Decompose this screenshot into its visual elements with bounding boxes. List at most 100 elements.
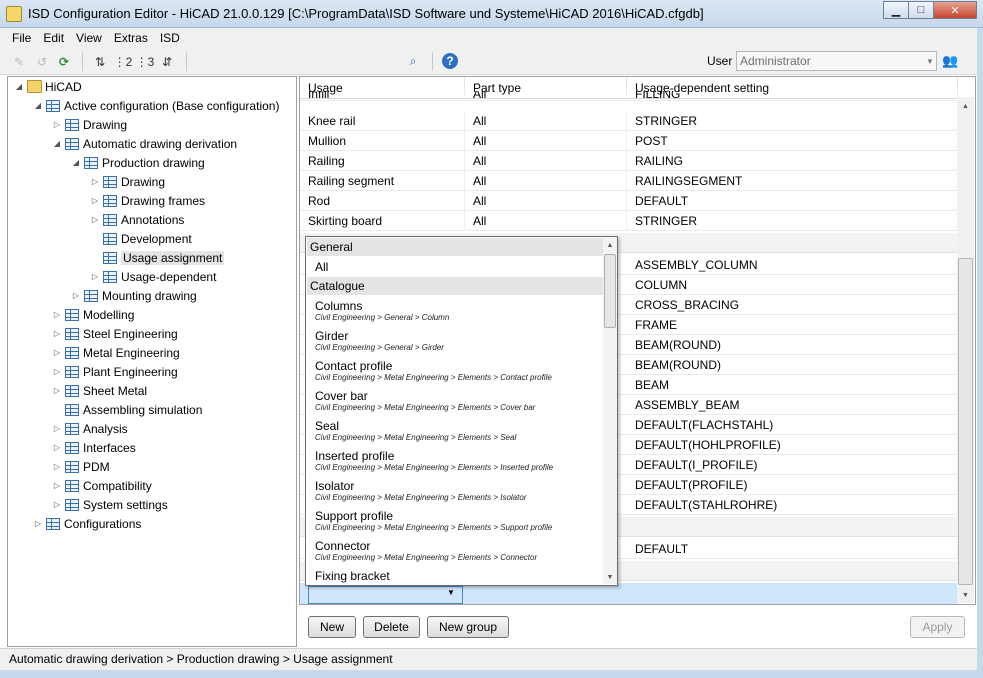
tree-item-steel-engineering[interactable]: ▷ Steel Engineering: [52, 324, 178, 343]
binoculars-icon[interactable]: ⌕: [404, 53, 422, 70]
dropdown-item[interactable]: Connector Civil Engineering > Metal Engi…: [315, 539, 600, 563]
chevron-right-icon[interactable]: ▷: [90, 196, 100, 205]
tree-item-metal-engineering[interactable]: ▷ Metal Engineering: [52, 343, 180, 362]
tree-item-drawing[interactable]: ▷ Drawing: [52, 115, 127, 134]
tree-item-assembling-simulation[interactable]: Assembling simulation: [52, 400, 202, 419]
table-row[interactable]: Knee rail All STRINGER: [300, 111, 958, 131]
chevron-down-icon[interactable]: ◢: [71, 158, 81, 167]
tree-item-sheet-metal[interactable]: ▷ Sheet Metal: [52, 381, 147, 400]
tree-item-automatic-drawing-derivation[interactable]: ◢ Automatic drawing derivation: [52, 134, 237, 153]
chevron-right-icon[interactable]: ▷: [52, 367, 62, 376]
table-row[interactable]: Railing All RAILING: [300, 151, 958, 171]
chevron-right-icon[interactable]: ▷: [90, 177, 100, 186]
tree-item-development[interactable]: Development: [90, 229, 192, 248]
chevron-right-icon[interactable]: ▷: [52, 424, 62, 433]
menu-view[interactable]: View: [70, 31, 108, 45]
undo-icon[interactable]: ↺: [33, 53, 51, 70]
new-button[interactable]: New: [308, 616, 356, 638]
chevron-right-icon[interactable]: ▷: [52, 386, 62, 395]
tree-item-pd-drawing[interactable]: ▷ Drawing: [90, 172, 165, 191]
tree-item-usage-assignment[interactable]: Usage assignment: [90, 248, 225, 267]
table-row[interactable]: Railing segment All RAILINGSEGMENT: [300, 171, 958, 191]
chevron-down-icon[interactable]: ◢: [33, 101, 43, 110]
chevron-right-icon[interactable]: ▷: [52, 348, 62, 357]
dropdown-item-all[interactable]: All: [315, 260, 328, 274]
minimize-button[interactable]: ▁: [883, 1, 909, 19]
chevron-right-icon[interactable]: ▷: [52, 443, 62, 452]
chevron-right-icon[interactable]: ▷: [52, 120, 62, 129]
close-button[interactable]: ✕: [933, 1, 977, 19]
chevron-down-icon[interactable]: ▼: [447, 588, 455, 597]
table-row[interactable]: Rod All DEFAULT: [300, 191, 958, 211]
scrollbar-thumb[interactable]: [958, 258, 973, 585]
chevron-down-icon[interactable]: ◢: [14, 82, 24, 91]
tree-item-annotations[interactable]: ▷ Annotations: [90, 210, 184, 229]
collapse-tree-icon[interactable]: ⇵: [158, 53, 176, 70]
expand-tree-icon[interactable]: ⇅: [91, 53, 109, 70]
chevron-down-icon[interactable]: ◢: [52, 139, 62, 148]
tree-item-system-settings[interactable]: ▷ System settings: [52, 495, 168, 514]
new-group-button[interactable]: New group: [427, 616, 509, 638]
menu-extras[interactable]: Extras: [108, 31, 154, 45]
scroll-up-icon[interactable]: ▲: [603, 238, 617, 252]
dropdown-item[interactable]: Columns Civil Engineering > General > Co…: [315, 299, 600, 323]
table-icon: [65, 422, 79, 435]
table-row[interactable]: Mullion All POST: [300, 131, 958, 151]
user-field[interactable]: [736, 51, 937, 71]
dropdown-item[interactable]: Cover bar Civil Engineering > Metal Engi…: [315, 389, 600, 413]
chevron-right-icon[interactable]: ▷: [52, 500, 62, 509]
menu-edit[interactable]: Edit: [37, 31, 70, 45]
tree-item-usage-dependent[interactable]: ▷ Usage-dependent: [90, 267, 217, 286]
dropdown-scrollbar-thumb[interactable]: [604, 254, 616, 328]
tree-item-interfaces[interactable]: ▷ Interfaces: [52, 438, 136, 457]
level-2-icon[interactable]: ⋮2: [114, 53, 133, 70]
chevron-right-icon[interactable]: ▷: [52, 481, 62, 490]
toolbar-separator: [186, 52, 187, 71]
dropdown-item[interactable]: Support profile Civil Engineering > Meta…: [315, 509, 600, 533]
tree-item-drawing-frames[interactable]: ▷ Drawing frames: [90, 191, 205, 210]
tree-item-configurations[interactable]: ▷ Configurations: [33, 514, 141, 533]
scroll-up-icon[interactable]: ▲: [958, 99, 973, 113]
refresh-icon[interactable]: ⟳: [55, 53, 73, 70]
maximize-button[interactable]: □: [908, 1, 934, 19]
dropdown-item[interactable]: Seal Civil Engineering > Metal Engineeri…: [315, 419, 600, 443]
usage-dropdown-list[interactable]: General All Catalogue Columns Civil Engi…: [305, 236, 618, 586]
tree-item-pdm[interactable]: ▷ PDM: [52, 457, 110, 476]
chevron-right-icon[interactable]: ▷: [90, 215, 100, 224]
tree-item-mounting-drawing[interactable]: ▷ Mounting drawing: [71, 286, 197, 305]
chevron-right-icon[interactable]: ▷: [71, 291, 81, 300]
chevron-right-icon[interactable]: ▷: [52, 310, 62, 319]
chevron-right-icon[interactable]: ▷: [33, 519, 43, 528]
chevron-down-icon[interactable]: ▼: [924, 52, 936, 70]
tree-item-analysis[interactable]: ▷ Analysis: [52, 419, 128, 438]
level-3-icon[interactable]: ⋮3: [136, 53, 155, 70]
tree-item-plant-engineering[interactable]: ▷ Plant Engineering: [52, 362, 178, 381]
menu-file[interactable]: File: [6, 31, 37, 45]
table-icon: [103, 270, 117, 283]
table-row[interactable]: Skirting board All STRINGER: [300, 211, 958, 231]
chevron-right-icon[interactable]: ▷: [52, 329, 62, 338]
tree-item-active-configuration[interactable]: ◢ Active configuration (Base configurati…: [33, 96, 280, 115]
users-icon[interactable]: 👥: [942, 53, 960, 70]
window-frame-right: [977, 28, 983, 678]
help-icon[interactable]: ?: [442, 53, 458, 69]
usage-combobox[interactable]: [308, 586, 463, 604]
chevron-right-icon[interactable]: ▷: [90, 272, 100, 281]
menu-isd[interactable]: ISD: [154, 31, 186, 45]
tree-item-hicad[interactable]: ◢ HiCAD: [14, 77, 82, 96]
delete-button[interactable]: Delete: [363, 616, 420, 638]
apply-button[interactable]: Apply: [910, 616, 965, 638]
dropdown-item[interactable]: Fixing bracket: [315, 569, 600, 583]
tree-item-modelling[interactable]: ▷ Modelling: [52, 305, 134, 324]
edit-pencil-icon[interactable]: ✎: [10, 53, 28, 70]
tree-item-production-drawing[interactable]: ◢ Production drawing: [71, 153, 205, 172]
dropdown-item[interactable]: Inserted profile Civil Engineering > Met…: [315, 449, 600, 473]
scroll-down-icon[interactable]: ▼: [958, 588, 973, 602]
dropdown-item[interactable]: Contact profile Civil Engineering > Meta…: [315, 359, 600, 383]
table-row[interactable]: Infill All FILLING: [300, 91, 958, 101]
chevron-right-icon[interactable]: ▷: [52, 462, 62, 471]
dropdown-item[interactable]: Isolator Civil Engineering > Metal Engin…: [315, 479, 600, 503]
dropdown-item[interactable]: Girder Civil Engineering > General > Gir…: [315, 329, 600, 353]
tree-item-compatibility[interactable]: ▷ Compatibility: [52, 476, 152, 495]
scroll-down-icon[interactable]: ▼: [603, 570, 617, 584]
